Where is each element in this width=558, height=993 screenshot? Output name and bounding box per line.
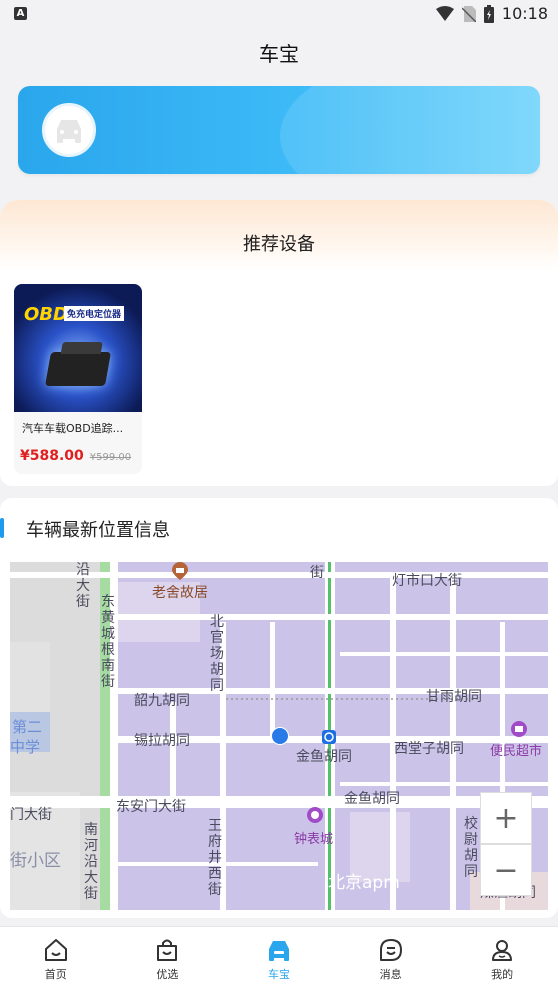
poi-shop-icon — [511, 721, 527, 737]
banner-decoration — [280, 86, 540, 174]
map-label-xiaowei: 校尉胡同 — [464, 816, 478, 880]
poi-watch-icon — [307, 807, 323, 823]
vehicle-avatar[interactable] — [42, 103, 96, 157]
map-label-bianmin: 便民超市 — [490, 744, 543, 759]
map-label-beijingapm: 北京apm — [328, 873, 400, 893]
map-label-ganyu: 甘雨胡同 — [426, 689, 482, 705]
map-label-laoshe: 老舍故居 — [152, 585, 208, 601]
obd-device-graphic — [45, 352, 111, 386]
tab-label: 首页 — [44, 968, 67, 981]
tab-label: 消息 — [379, 968, 402, 981]
vehicle-banner[interactable] — [18, 86, 540, 174]
tab-mine[interactable]: 我的 — [446, 927, 558, 993]
tab-chebao[interactable]: 车宝 — [223, 927, 335, 993]
tab-label: 我的 — [491, 968, 514, 981]
clock: 10:18 — [501, 4, 548, 23]
car-avatar-icon — [57, 120, 81, 143]
tab-label: 优选 — [156, 968, 179, 981]
product-image-text: OBD — [24, 304, 68, 325]
location-title: 车辆最新位置信息 — [26, 520, 170, 541]
map-label-wangfu: 王府井西街 — [208, 818, 222, 898]
bottom-tab-bar: 首页 优选 车宝 消息 我的 — [0, 926, 558, 993]
tab-message[interactable]: 消息 — [335, 927, 447, 993]
section-accent-bar — [0, 518, 4, 538]
recommend-section: 推荐设备 OBD 免充电定位器 汽车车载OBD追踪... ¥588.00 ¥59… — [0, 200, 558, 486]
map-label-dongan: 东安门大街 — [116, 799, 186, 815]
map-label-xiaoqu: 街小区 — [10, 851, 61, 871]
vehicle-location-marker[interactable] — [271, 727, 289, 745]
tab-label: 车宝 — [267, 968, 290, 981]
home-icon — [44, 939, 67, 961]
wifi-icon — [435, 5, 454, 21]
no-sim-icon — [461, 5, 476, 22]
map-label-xitangzi: 西堂子胡同 — [394, 741, 464, 757]
map-label-xila: 锡拉胡同 — [134, 733, 190, 749]
product-name: 汽车车载OBD追踪... — [22, 422, 124, 435]
zoom-out-button[interactable]: − — [480, 844, 532, 896]
location-section: 车辆最新位置信息 老舍故居 灯市口大街 街 沿大街 东黄城根南街 北官场胡同 韶… — [0, 498, 558, 918]
bag-icon — [157, 939, 178, 961]
map-label-jie-top: 街 — [310, 565, 324, 581]
car-icon — [268, 941, 289, 961]
message-icon — [379, 939, 402, 961]
user-icon — [492, 940, 513, 961]
page-title: 车宝 — [259, 42, 299, 66]
status-icons: 10:18 — [435, 4, 548, 23]
zoom-in-button[interactable]: + — [480, 792, 532, 844]
notification-a-icon: A — [14, 7, 27, 20]
product-image-tag: 免充电定位器 — [64, 306, 125, 321]
map-label-beiguan: 北官场胡同 — [210, 614, 224, 694]
map-label-damen: 门大街 — [10, 807, 52, 823]
map-label-jinyu1: 金鱼胡同 — [296, 749, 352, 765]
product-image: OBD 免充电定位器 — [14, 284, 142, 412]
poi-museum-icon — [172, 562, 188, 580]
map-label-nanhe: 南河沿大街 — [84, 822, 98, 902]
map-label-shaojiu: 韶九胡同 — [134, 693, 190, 709]
price-row: ¥588.00 ¥599.00 — [20, 448, 131, 464]
map-label-yanda: 沿大街 — [76, 562, 90, 610]
product-price: ¥588.00 — [20, 448, 84, 464]
map-label-dier: 第二 — [12, 718, 43, 736]
map-label-jinyu2: 金鱼胡同 — [344, 791, 400, 807]
product-old-price: ¥599.00 — [89, 452, 132, 463]
status-bar: A 10:18 — [0, 0, 558, 28]
tab-youxuan[interactable]: 优选 — [112, 927, 224, 993]
map-label-zhongbiao: 钟表城 — [294, 832, 334, 847]
location-map[interactable]: 老舍故居 灯市口大街 街 沿大街 东黄城根南街 北官场胡同 韶九胡同 甘雨胡同 … — [10, 562, 548, 910]
recommend-title: 推荐设备 — [243, 234, 315, 255]
map-label-zhongxue: 中学 — [10, 738, 41, 756]
map-label-donghuang: 东黄城根南街 — [101, 594, 115, 690]
metro-icon — [322, 730, 336, 744]
tab-home[interactable]: 首页 — [0, 927, 112, 993]
battery-icon — [483, 4, 494, 23]
map-label-dengshikou: 灯市口大街 — [392, 573, 462, 589]
product-card[interactable]: OBD 免充电定位器 汽车车载OBD追踪... ¥588.00 ¥599.00 — [14, 284, 142, 474]
